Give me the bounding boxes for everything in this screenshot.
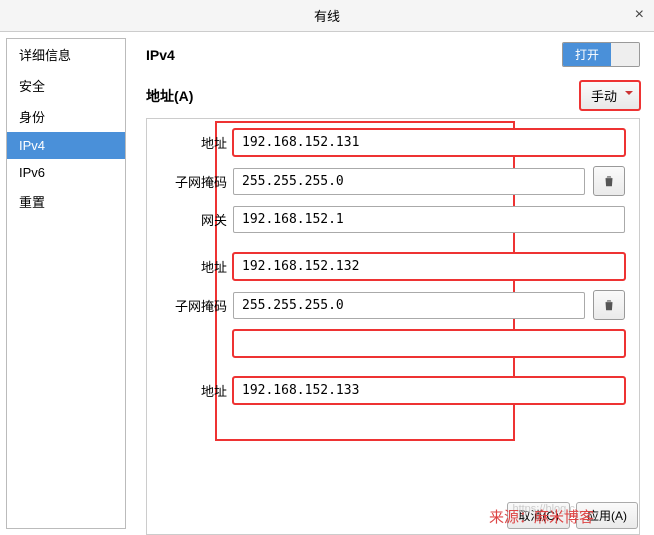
delete-button-1[interactable] [593, 166, 625, 196]
address-row: 地址 [157, 253, 625, 280]
label-netmask: 子网掩码 [157, 172, 227, 191]
label-address: 地址 [157, 133, 227, 152]
address-row: 地址 [157, 377, 625, 404]
sidebar-item-security[interactable]: 安全 [7, 70, 125, 101]
delete-button-2[interactable] [593, 290, 625, 320]
content-pane: IPv4 打开 地址(A) 手动 地址 子网掩码 [126, 32, 654, 535]
addresses-header: 地址(A) 手动 [146, 81, 640, 110]
window-title: 有线 [314, 6, 340, 25]
label-address: 地址 [157, 257, 227, 276]
gateway-row: 网关 [157, 206, 625, 233]
sidebar-item-details[interactable]: 详细信息 [7, 39, 125, 70]
main-layout: 详细信息 安全 身份 IPv4 IPv6 重置 IPv4 打开 地址(A) 手动… [0, 32, 654, 535]
trash-icon [602, 174, 616, 188]
toggle-on-label: 打开 [563, 43, 611, 66]
apply-button[interactable]: 应用(A) [576, 502, 638, 529]
close-icon[interactable]: × [635, 6, 644, 24]
input-address-2[interactable] [233, 253, 625, 280]
trash-icon [602, 298, 616, 312]
sidebar: 详细信息 安全 身份 IPv4 IPv6 重置 [6, 38, 126, 529]
netmask-row: 子网掩码 [157, 166, 625, 196]
sidebar-item-identity[interactable]: 身份 [7, 101, 125, 132]
address-mode-dropdown[interactable]: 手动 [580, 81, 640, 110]
ipv4-header: IPv4 打开 [146, 42, 640, 67]
gateway-row [157, 330, 625, 357]
cancel-button[interactable]: 取消(C) [507, 502, 570, 529]
dialog-buttons: 取消(C) 应用(A) [507, 502, 638, 529]
sidebar-item-reset[interactable]: 重置 [7, 186, 125, 217]
address-row: 地址 [157, 129, 625, 156]
input-address-3[interactable] [233, 377, 625, 404]
netmask-row: 子网掩码 [157, 290, 625, 320]
sidebar-item-ipv4[interactable]: IPv4 [7, 132, 125, 159]
label-address: 地址 [157, 381, 227, 400]
sidebar-item-ipv6[interactable]: IPv6 [7, 159, 125, 186]
input-netmask-2[interactable] [233, 292, 585, 319]
titlebar: 有线 × [0, 0, 654, 32]
input-gateway-1[interactable] [233, 206, 625, 233]
label-gateway: 网关 [157, 210, 227, 229]
addresses-title: 地址(A) [146, 86, 193, 106]
ipv4-toggle[interactable]: 打开 [562, 42, 640, 67]
toggle-off-area [611, 43, 639, 66]
address-list: 地址 子网掩码 网关 地址 子网掩码 [146, 118, 640, 535]
address-mode-value: 手动 [591, 89, 617, 104]
input-gateway-2[interactable] [233, 330, 625, 357]
input-address-1[interactable] [233, 129, 625, 156]
ipv4-title: IPv4 [146, 47, 175, 63]
label-netmask: 子网掩码 [157, 296, 227, 315]
input-netmask-1[interactable] [233, 168, 585, 195]
